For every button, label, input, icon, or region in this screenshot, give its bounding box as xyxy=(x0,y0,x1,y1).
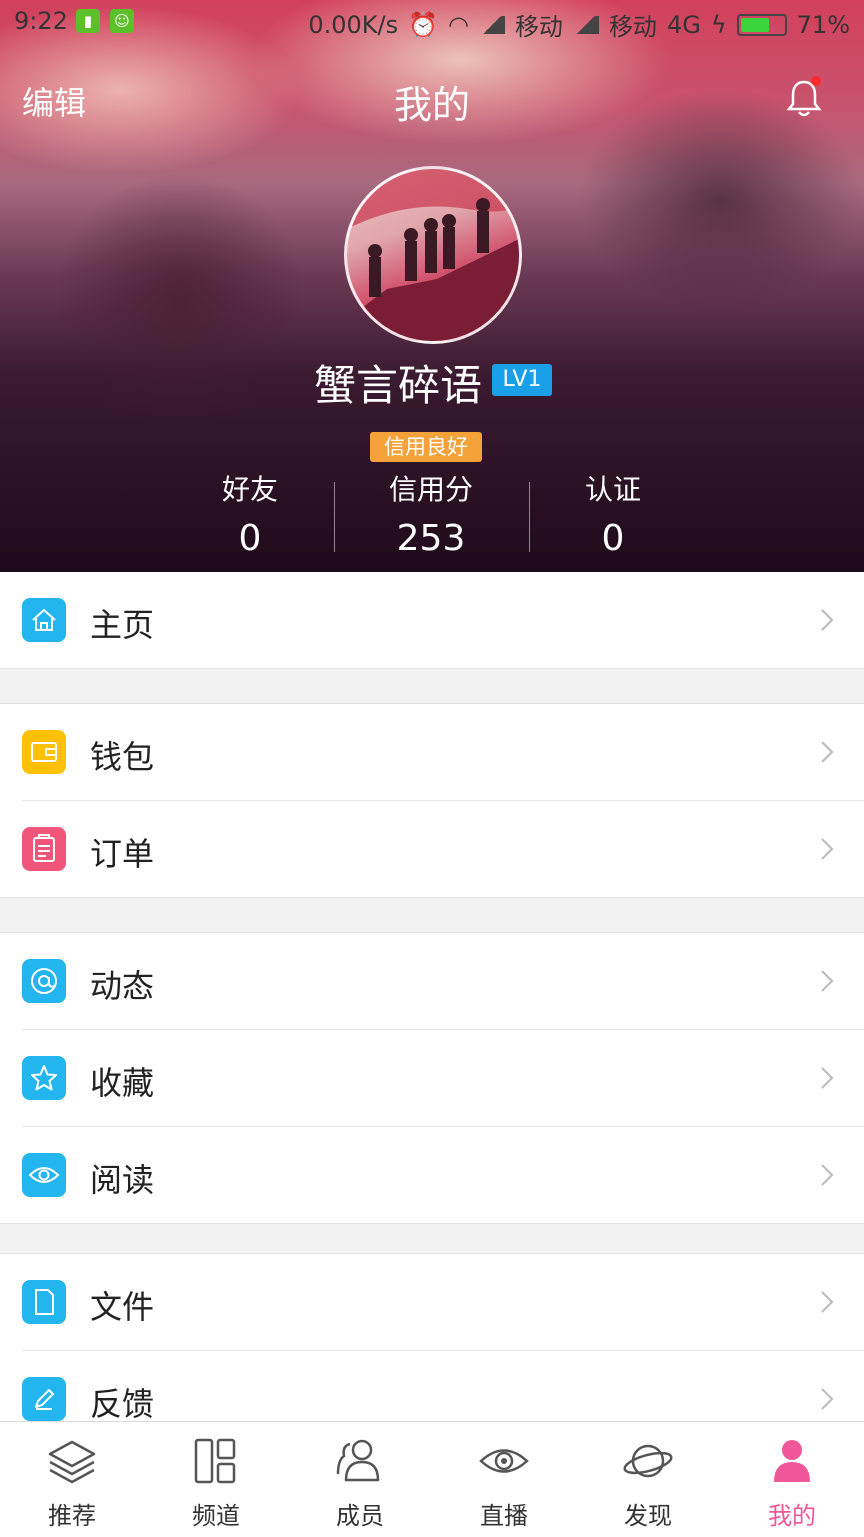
chevron-right-icon xyxy=(821,970,834,992)
menu-item-label: 收藏 xyxy=(90,1064,155,1102)
tab-members[interactable]: 成员 xyxy=(288,1422,432,1537)
tab-me[interactable]: 我的 xyxy=(720,1422,864,1537)
tab-discover[interactable]: 发现 xyxy=(576,1422,720,1537)
layers-icon xyxy=(48,1440,96,1484)
star-icon xyxy=(22,1056,66,1100)
stat-divider xyxy=(334,482,335,552)
page-title: 我的 xyxy=(393,83,470,127)
stat-label: 认证 xyxy=(584,473,641,506)
username: 蟹言碎语 xyxy=(314,361,483,410)
tab-label: 成员 xyxy=(336,1502,384,1530)
avatar[interactable] xyxy=(344,166,522,344)
stat-label: 好友 xyxy=(221,473,278,506)
tab-recommend[interactable]: 推荐 xyxy=(0,1422,144,1537)
at-icon xyxy=(22,959,66,1003)
clipboard-icon xyxy=(22,827,66,871)
network-type: 4G xyxy=(666,10,701,39)
file-icon xyxy=(22,1280,66,1324)
grid-icon xyxy=(194,1438,236,1484)
menu-item-home[interactable]: 主页 xyxy=(0,572,864,668)
menu-group-2: 钱包 订单 xyxy=(0,703,864,898)
profile-header: 9:22 ▮ ☺ 0.00K/s ⏰ ◠ 移动 移动 4G ϟ 71% 编辑 我… xyxy=(0,0,864,572)
person-icon xyxy=(774,1440,810,1482)
notification-bell-icon[interactable] xyxy=(784,76,824,120)
menu-item-label: 钱包 xyxy=(90,738,155,776)
tab-label: 推荐 xyxy=(48,1502,96,1530)
menu-item-files[interactable]: 文件 xyxy=(0,1254,864,1350)
menu-item-label: 订单 xyxy=(90,835,155,873)
carrier-2: 移动 xyxy=(608,13,657,41)
charging-icon: ϟ xyxy=(710,10,727,39)
tab-channels[interactable]: 频道 xyxy=(144,1422,288,1537)
stat-value: 253 xyxy=(396,518,466,559)
level-badge: LV1 xyxy=(492,364,552,396)
stat-verification[interactable]: 认证 0 xyxy=(523,470,703,559)
chevron-right-icon xyxy=(821,838,834,860)
eye-icon xyxy=(22,1153,66,1197)
menu-item-orders[interactable]: 订单 xyxy=(22,800,864,897)
users-icon xyxy=(336,1439,380,1482)
menu-item-label: 文件 xyxy=(90,1288,155,1326)
stat-credit-score[interactable]: 信用分 253 xyxy=(341,470,521,559)
carrier-1: 移动 xyxy=(514,13,563,41)
pencil-icon xyxy=(22,1377,66,1421)
menu-group-3: 动态 收藏 阅读 xyxy=(0,932,864,1224)
menu-item-favorites[interactable]: 收藏 xyxy=(22,1029,864,1126)
credit-badge: 信用良好 xyxy=(370,432,482,462)
signal-icon xyxy=(572,15,599,34)
tab-label: 直播 xyxy=(480,1502,528,1530)
sim-card-icon: ▮ xyxy=(76,9,100,33)
planet-icon xyxy=(623,1444,673,1478)
wallet-icon xyxy=(22,730,66,774)
alarm-icon: ⏰ xyxy=(408,10,438,39)
bottom-tab-bar: 推荐 频道 成员 直播 发现 我的 xyxy=(0,1421,864,1537)
chevron-right-icon xyxy=(821,1067,834,1089)
android-icon: ☺ xyxy=(110,9,134,33)
stat-label: 信用分 xyxy=(388,473,473,506)
menu-item-wallet[interactable]: 钱包 xyxy=(0,704,864,800)
status-bar: 9:22 ▮ ☺ 0.00K/s ⏰ ◠ 移动 移动 4G ϟ 71% xyxy=(0,0,864,44)
menu-item-activity[interactable]: 动态 xyxy=(0,933,864,1029)
chevron-right-icon xyxy=(821,1291,834,1313)
menu-group-1: 主页 xyxy=(0,572,864,669)
chevron-right-icon xyxy=(821,609,834,631)
menu-item-label: 阅读 xyxy=(90,1161,155,1199)
chevron-right-icon xyxy=(821,1164,834,1186)
stat-value: 0 xyxy=(238,518,262,559)
menu-group-4: 文件 反馈 xyxy=(0,1253,864,1447)
menu-item-label: 动态 xyxy=(90,967,155,1005)
menu-item-label: 主页 xyxy=(90,606,155,644)
battery-percent: 71% xyxy=(796,10,850,39)
chevron-right-icon xyxy=(821,741,834,763)
battery-icon xyxy=(736,13,787,36)
network-speed: 0.00K/s xyxy=(308,10,399,39)
menu-item-label: 反馈 xyxy=(90,1385,155,1423)
status-time: 9:22 xyxy=(14,7,68,35)
tab-live[interactable]: 直播 xyxy=(432,1422,576,1537)
tab-label: 发现 xyxy=(624,1502,672,1530)
notification-dot xyxy=(811,76,821,86)
wifi-icon: ◠ xyxy=(447,10,469,39)
chevron-right-icon xyxy=(821,1388,834,1410)
signal-icon xyxy=(478,15,505,34)
menu-item-reading[interactable]: 阅读 xyxy=(22,1126,864,1223)
tab-label: 我的 xyxy=(768,1502,816,1530)
eye-icon xyxy=(479,1449,529,1473)
home-icon xyxy=(22,598,66,642)
stat-friends[interactable]: 好友 0 xyxy=(160,470,340,559)
tab-label: 频道 xyxy=(192,1502,240,1530)
stat-value: 0 xyxy=(601,518,625,559)
